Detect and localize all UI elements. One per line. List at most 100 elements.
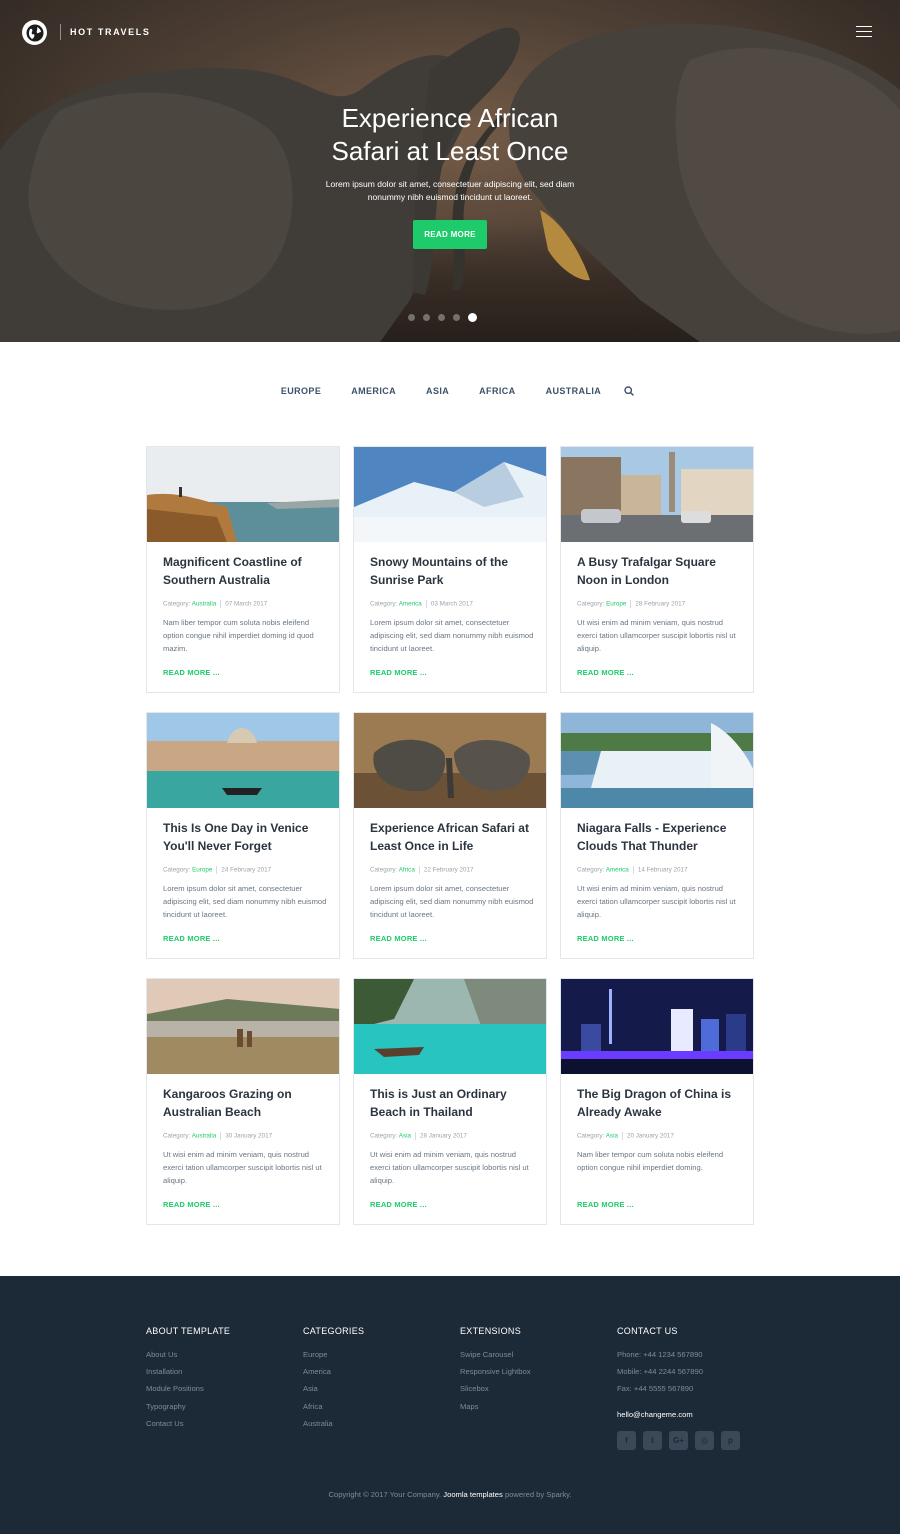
nav-item-australia[interactable]: AUSTRALIA [546, 386, 602, 396]
hero-read-more-button[interactable]: READ MORE [413, 220, 487, 249]
footer-about-title: ABOUT TEMPLATE [146, 1326, 231, 1336]
footer-link-contact-us[interactable]: Contact Us [146, 1415, 230, 1432]
card-title[interactable]: This Is One Day in Venice You'll Never F… [163, 819, 328, 855]
card-image[interactable] [147, 713, 339, 808]
slider-dot[interactable] [453, 314, 460, 321]
footer-link-typography[interactable]: Typography [146, 1398, 230, 1415]
card-read-more-link[interactable]: READ MORE ... [370, 1200, 427, 1209]
nav-item-africa[interactable]: AFRICA [479, 386, 515, 396]
footer-link-europe[interactable]: Europe [303, 1346, 364, 1363]
social-icons: f t G+ ◎ p [617, 1430, 740, 1450]
footer-contact-title: CONTACT US [617, 1326, 678, 1336]
card-read-more-link[interactable]: READ MORE ... [163, 1200, 220, 1209]
article-card[interactable]: Snowy Mountains of the Sunrise Park Cate… [353, 446, 547, 693]
pinterest-icon[interactable]: p [721, 1430, 740, 1450]
card-read-more-link[interactable]: READ MORE ... [163, 668, 220, 677]
card-title[interactable]: Niagara Falls - Experience Clouds That T… [577, 819, 742, 855]
card-image[interactable] [561, 713, 753, 808]
slider-dot[interactable] [408, 314, 415, 321]
card-title[interactable]: Magnificent Coastline of Southern Austra… [163, 553, 328, 589]
meta-label: Category: [163, 1132, 191, 1140]
card-title[interactable]: The Big Dragon of China is Already Awake [577, 1085, 742, 1121]
logo-link[interactable] [22, 20, 47, 45]
nav-item-asia[interactable]: ASIA [426, 386, 449, 396]
footer-link-maps[interactable]: Maps [460, 1398, 531, 1415]
article-card[interactable]: A Busy Trafalgar Square Noon in London C… [560, 446, 754, 693]
card-title[interactable]: Experience African Safari at Least Once … [370, 819, 535, 855]
card-category-link[interactable]: Europe [192, 867, 212, 874]
card-excerpt: Lorem ipsum dolor sit amet, consectetuer… [370, 884, 534, 920]
facebook-icon[interactable]: f [617, 1430, 636, 1450]
card-read-more-link[interactable]: READ MORE ... [370, 668, 427, 677]
meta-divider [216, 866, 218, 874]
nav-item-europe[interactable]: EUROPE [281, 386, 321, 396]
footer-link-slicebox[interactable]: Slicebox [460, 1380, 531, 1397]
card-image[interactable] [354, 713, 546, 808]
search-icon[interactable] [624, 386, 635, 396]
footer-link-about-us[interactable]: About Us [146, 1346, 230, 1363]
meta-label: Category: [577, 600, 605, 608]
footer-categories-title: CATEGORIES [303, 1326, 365, 1336]
joomla-templates-link[interactable]: Joomla templates [443, 1490, 503, 1499]
card-title[interactable]: Snowy Mountains of the Sunrise Park [370, 553, 535, 589]
card-read-more-link[interactable]: READ MORE ... [577, 934, 634, 943]
card-title[interactable]: This is Just an Ordinary Beach in Thaila… [370, 1085, 535, 1121]
article-card[interactable]: Niagara Falls - Experience Clouds That T… [560, 712, 754, 959]
article-card[interactable]: This is Just an Ordinary Beach in Thaila… [353, 978, 547, 1225]
instagram-icon[interactable]: ◎ [695, 1430, 714, 1450]
card-read-more-link[interactable]: READ MORE ... [163, 934, 220, 943]
article-card[interactable]: Kangaroos Grazing on Australian Beach Ca… [146, 978, 340, 1225]
card-date: 14 February 2017 [637, 866, 688, 874]
card-category-link[interactable]: Europe [606, 601, 626, 608]
card-category-link[interactable]: America [606, 867, 629, 874]
card-date: 30 January 2017 [225, 1132, 273, 1140]
article-card[interactable]: This Is One Day in Venice You'll Never F… [146, 712, 340, 959]
card-image[interactable] [147, 979, 339, 1074]
footer-link-responsive-lightbox[interactable]: Responsive Lightbox [460, 1363, 531, 1380]
hamburger-icon[interactable] [856, 26, 872, 38]
card-image[interactable] [561, 979, 753, 1074]
card-category-link[interactable]: America [399, 601, 422, 608]
contact-email-link[interactable]: hello@changeme.com [617, 1410, 740, 1419]
card-category-link[interactable]: Asia [399, 1133, 411, 1140]
card-excerpt: Lorem ipsum dolor sit amet, consectetuer… [370, 618, 534, 654]
footer-link-swipe-carousel[interactable]: Swipe Carousel [460, 1346, 531, 1363]
article-card[interactable]: Experience African Safari at Least Once … [353, 712, 547, 959]
category-nav: EUROPE AMERICA ASIA AFRICA AUSTRALIA [0, 386, 900, 396]
meta-label: Category: [370, 866, 398, 874]
twitter-icon[interactable]: t [643, 1430, 662, 1450]
slider-dot-active[interactable] [468, 313, 477, 322]
card-category-link[interactable]: Africa [399, 867, 415, 874]
card-meta: Category: Australia 30 January 2017 [163, 1132, 272, 1140]
article-card[interactable]: The Big Dragon of China is Already Awake… [560, 978, 754, 1225]
slider-dot[interactable] [438, 314, 445, 321]
google-plus-icon[interactable]: G+ [669, 1430, 688, 1450]
card-title[interactable]: Kangaroos Grazing on Australian Beach [163, 1085, 328, 1121]
card-image[interactable] [354, 979, 546, 1074]
footer-link-america[interactable]: America [303, 1363, 364, 1380]
card-image[interactable] [561, 447, 753, 542]
footer-link-installation[interactable]: Installation [146, 1363, 230, 1380]
footer-link-asia[interactable]: Asia [303, 1380, 364, 1397]
footer-link-africa[interactable]: Africa [303, 1398, 364, 1415]
footer-extensions-title: EXTENSIONS [460, 1326, 522, 1336]
card-title[interactable]: A Busy Trafalgar Square Noon in London [577, 553, 742, 589]
card-category-link[interactable]: Asia [606, 1133, 618, 1140]
meta-divider [425, 600, 427, 608]
card-category-link[interactable]: Australia [192, 601, 217, 608]
nav-item-america[interactable]: AMERICA [351, 386, 396, 396]
footer-link-module-positions[interactable]: Module Positions [146, 1380, 230, 1397]
card-category-link[interactable]: Australia [192, 1133, 217, 1140]
card-image[interactable] [354, 447, 546, 542]
brand-name[interactable]: HOT TRAVELS [70, 27, 150, 37]
card-image[interactable] [147, 447, 339, 542]
slider-dot[interactable] [423, 314, 430, 321]
card-read-more-link[interactable]: READ MORE ... [370, 934, 427, 943]
meta-label: Category: [577, 866, 605, 874]
copyright-powered-by: powered by Sparky. [504, 1490, 572, 1499]
footer-link-australia[interactable]: Australia [303, 1415, 364, 1432]
card-read-more-link[interactable]: READ MORE ... [577, 1200, 634, 1209]
article-card[interactable]: Magnificent Coastline of Southern Austra… [146, 446, 340, 693]
card-read-more-link[interactable]: READ MORE ... [577, 668, 634, 677]
meta-label: Category: [163, 866, 191, 874]
